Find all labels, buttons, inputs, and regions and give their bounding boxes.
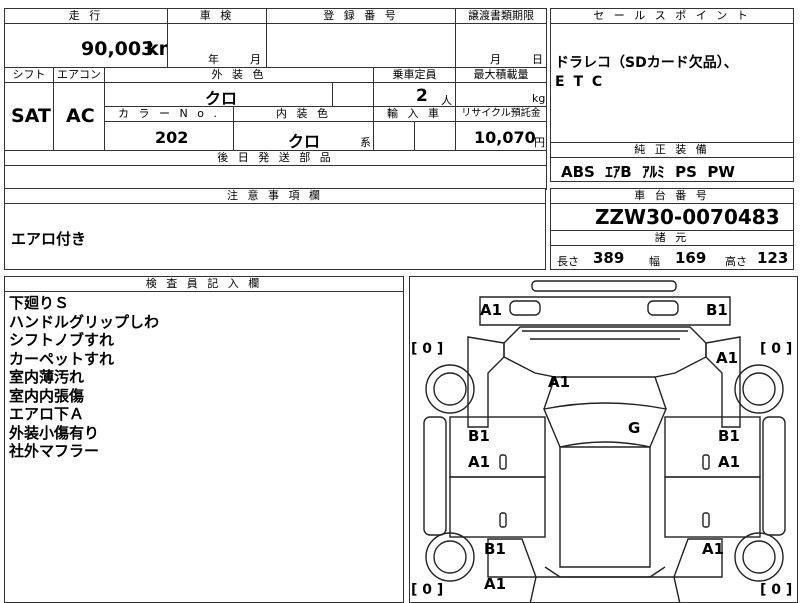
inspector-line: 社外マフラー — [9, 442, 100, 460]
shift-header: シフト — [4, 67, 54, 83]
capacity-value: 2 — [416, 86, 428, 106]
car-diagram: A1 B1 A1 A1 G B1 A1 B1 A1 B1 A1 A1 [ 0 ]… — [409, 276, 798, 603]
height-value: 123 — [757, 249, 789, 267]
transfer-header: 譲渡書類期限 — [455, 8, 547, 24]
inspector-line: エアロ下Ａ — [9, 405, 85, 423]
color-extra-cell — [332, 82, 374, 107]
colorno-cell: 202 — [104, 121, 234, 151]
width-value: 169 — [675, 249, 707, 267]
inspector-line: 外装小傷有り — [9, 423, 100, 442]
ac-value: AC — [66, 105, 95, 127]
import-cell-b — [414, 121, 456, 151]
sales-header: セ ー ル ス ポ イ ン ト — [550, 8, 794, 24]
damage-code-left-door-upper: B1 — [468, 427, 490, 445]
transfer-day: 日 — [532, 53, 543, 66]
notes-header: 注 意 事 項 欄 — [4, 188, 546, 204]
inspector-header: 検 査 員 記 入 欄 — [4, 276, 404, 292]
inspector-lines: 下廻りＳ ハンドルグリップしわ シフトノブすれ カーペットすれ 室内薄汚れ 室内… — [9, 294, 159, 461]
loadmax-cell: kg — [455, 82, 547, 107]
chassis-cell: ZZW30-0070483 — [550, 203, 794, 231]
damage-code-right-door-lower: A1 — [718, 453, 741, 471]
transfer-month: 月 — [490, 53, 501, 66]
inspector-line: 室内薄汚れ — [9, 368, 85, 386]
width-label: 幅 — [649, 255, 660, 268]
later-parts-cell — [4, 165, 547, 190]
equipment-items: ABS ｴｱB ｱﾙﾐ PS PW — [561, 163, 735, 181]
notes-text: エアロ付き — [11, 230, 87, 248]
import-header: 輸 入 車 — [373, 106, 456, 122]
mileage-header: 走 行 — [4, 8, 168, 24]
equipment-header: 純 正 装 備 — [550, 142, 794, 158]
colorno-value: 202 — [155, 128, 189, 147]
damage-code-left-door-lower: A1 — [468, 453, 491, 471]
import-cell-a — [373, 121, 415, 151]
damage-code-front-right: B1 — [706, 301, 728, 319]
sales-cell: ドラレコ（SDカード欠品）、 E T C — [550, 23, 794, 143]
notes-cell: エアロ付き — [4, 203, 546, 270]
damage-code-windshield: G — [628, 419, 641, 437]
inspection-cell: 年 月 — [167, 23, 267, 68]
chassis-value: ZZW30-0070483 — [595, 205, 780, 229]
ac-header: エアコン — [53, 67, 105, 83]
inspector-line: カーペットすれ — [9, 349, 115, 368]
chassis-header: 車 台 番 号 — [550, 188, 794, 204]
sales-line-1: ドラレコ（SDカード欠品）、 — [555, 55, 738, 71]
inspector-line: 室内内張傷 — [9, 386, 85, 405]
sales-line-2: E T C — [555, 74, 605, 90]
tire-depth-right-rear: [ 0 ] — [760, 582, 793, 598]
capacity-cell: 2 人 — [373, 82, 456, 107]
damage-code-rear-left: A1 — [484, 575, 507, 593]
interior-value: クロ — [288, 132, 321, 151]
length-value: 389 — [593, 249, 625, 267]
registration-header: 登 録 番 号 — [266, 8, 456, 24]
mileage-value: 90,003 — [81, 38, 155, 60]
specs-cell: 長さ 389 幅 169 高さ 123 — [550, 245, 794, 270]
load-unit: kg — [532, 92, 546, 105]
loadmax-header: 最大積載量 — [455, 67, 547, 83]
vehicle-info-grid: 走 行 車 検 登 録 番 号 譲渡書類期限 90,003 km 年 月 月 日… — [4, 8, 547, 190]
later-parts-header: 後 日 発 送 部 品 — [4, 150, 547, 166]
damage-code-hood: A1 — [548, 373, 571, 391]
recycle-cell: 10,070 円 — [455, 121, 547, 151]
inspection-header: 車 検 — [167, 8, 267, 24]
damage-code-left-rear: B1 — [484, 540, 506, 558]
colorno-header: カ ラ ー N o . — [104, 106, 234, 122]
tire-depth-right-front: [ 0 ] — [760, 341, 793, 357]
recycle-unit: 円 — [534, 136, 545, 149]
specs-header: 諸 元 — [550, 230, 794, 246]
damage-code-right-door-upper: B1 — [718, 427, 740, 445]
registration-cell — [266, 23, 456, 68]
shift-value: SAT — [11, 105, 51, 127]
color-cell: クロ — [104, 82, 333, 108]
interior-header: 内 装 色 — [233, 106, 374, 122]
transfer-cell: 月 日 — [455, 23, 547, 68]
damage-code-right-rear: A1 — [702, 540, 725, 558]
interior-suffix: 系 — [360, 136, 371, 149]
ac-cell: AC — [53, 82, 105, 151]
tire-depth-left-front: [ 0 ] — [411, 341, 444, 357]
inspection-month: 月 — [250, 53, 261, 66]
inspection-year: 年 — [208, 53, 219, 66]
tire-depth-left-rear: [ 0 ] — [411, 582, 444, 598]
inspector-line: シフトノブすれ — [9, 331, 115, 349]
inspector-cell: 下廻りＳ ハンドルグリップしわ シフトノブすれ カーペットすれ 室内薄汚れ 室内… — [4, 291, 404, 603]
damage-code-front-left: A1 — [480, 301, 503, 319]
length-label: 長さ — [557, 255, 579, 268]
damage-code-fender-right: A1 — [716, 349, 739, 367]
shift-cell: SAT — [4, 82, 54, 151]
interior-cell: クロ 系 — [233, 121, 374, 151]
mileage-cell: 90,003 km — [4, 23, 178, 68]
recycle-value: 10,070 — [474, 128, 536, 147]
height-label: 高さ — [725, 255, 747, 268]
capacity-header: 乗車定員 — [373, 67, 456, 83]
color-header: 外 装 色 — [104, 67, 374, 83]
inspector-line: ハンドルグリップしわ — [9, 312, 160, 331]
recycle-header: リサイクル預託金 — [455, 106, 547, 122]
inspector-line: 下廻りＳ — [9, 294, 70, 312]
equipment-cell: ABS ｴｱB ｱﾙﾐ PS PW — [550, 157, 794, 182]
